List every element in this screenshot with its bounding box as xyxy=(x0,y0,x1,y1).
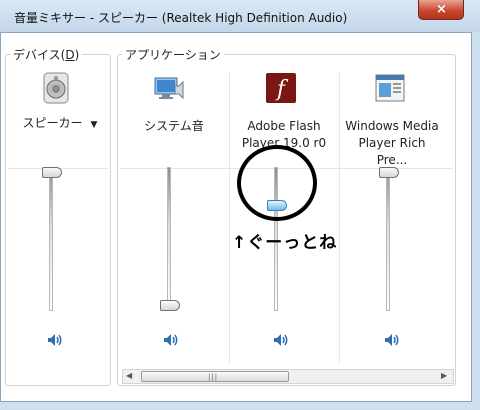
slider-thumb[interactable] xyxy=(379,167,399,178)
device-group-label: デバイス(D) xyxy=(10,46,83,63)
media-player-icon xyxy=(375,74,405,102)
title-bar[interactable]: 音量ミキサー - スピーカー (Realtek High Definition … xyxy=(0,0,480,32)
flash-icon: f xyxy=(266,73,296,103)
scroll-left-icon[interactable]: ◀ xyxy=(126,371,132,380)
applications-group-label: アプリケーション xyxy=(122,46,224,63)
device-dropdown[interactable]: スピーカー ▼ xyxy=(10,115,110,134)
close-icon: × xyxy=(436,2,447,17)
flash-mute-button[interactable] xyxy=(272,331,290,349)
annotation-text: ↑ぐーっとね xyxy=(232,233,338,253)
annotation-circle xyxy=(237,145,317,221)
speaker-device-icon xyxy=(43,72,69,104)
media-player-volume-slider[interactable] xyxy=(379,167,401,311)
system-sounds-icon xyxy=(154,77,184,100)
device-volume-slider[interactable] xyxy=(42,167,64,311)
scrollbar-thumb[interactable]: ||| xyxy=(141,371,289,382)
slider-thumb[interactable] xyxy=(160,300,180,311)
grip-icon: ||| xyxy=(208,373,219,381)
system-sounds-mute-button[interactable] xyxy=(162,331,180,349)
device-access-key: D xyxy=(65,48,75,62)
applications-scrollbar[interactable]: ◀ ||| ▶ xyxy=(122,369,454,384)
device-mute-button[interactable] xyxy=(46,331,64,349)
slider-thumb[interactable] xyxy=(42,167,62,178)
media-player-mute-button[interactable] xyxy=(383,331,401,349)
channel-separator xyxy=(339,72,340,364)
close-button[interactable]: × xyxy=(418,0,464,20)
channel-label-system-sounds: システム音 xyxy=(144,119,204,133)
window-title: 音量ミキサー - スピーカー (Realtek High Definition … xyxy=(14,11,348,25)
device-name: スピーカー xyxy=(22,116,83,130)
scroll-right-icon[interactable]: ▶ xyxy=(441,371,447,380)
channel-label-media-player: Windows Media Player Rich Pre... xyxy=(345,119,439,167)
volume-mixer-window: 音量ミキサー - スピーカー (Realtek High Definition … xyxy=(0,0,480,410)
channel-separator xyxy=(229,72,230,364)
chevron-down-icon: ▼ xyxy=(90,120,98,130)
system-sounds-volume-slider[interactable] xyxy=(160,167,182,311)
